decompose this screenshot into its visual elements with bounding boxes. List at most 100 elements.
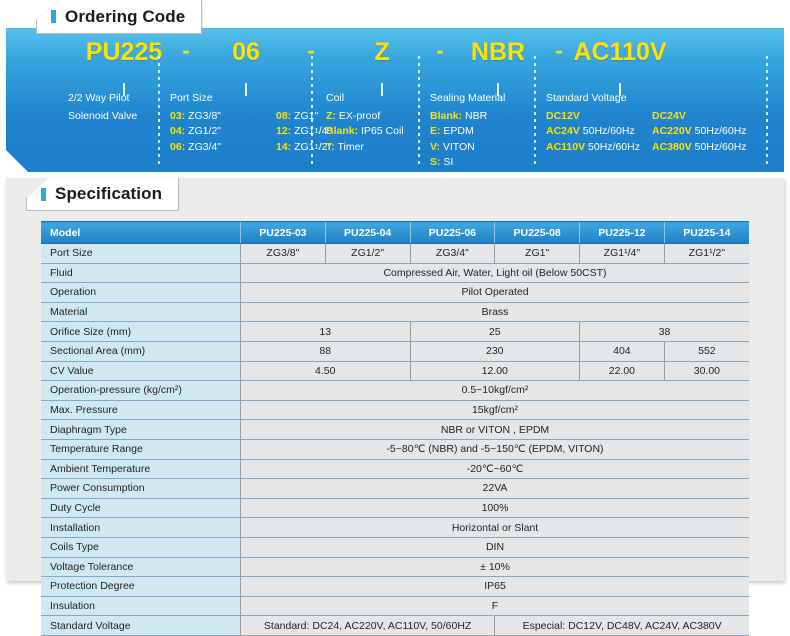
table-row: Installation Horizontal or Slant <box>41 517 749 538</box>
table-cell: ZG1" <box>494 243 580 264</box>
column-header-PU225-03: PU225-03 <box>240 221 326 244</box>
table-cell: DIN <box>240 536 749 558</box>
column-separator-4 <box>766 56 768 164</box>
column-heading: Port Size <box>170 92 213 104</box>
column-header-PU225-08: PU225-08 <box>494 221 580 244</box>
table-cell: Compressed Air, Water, Light oil (Below … <box>240 262 749 284</box>
specification-table: Model PU225-03 PU225-04 PU225-06 PU225-08 PU2… <box>41 221 749 636</box>
table-cell: -20℃~60℃ <box>240 458 749 480</box>
ordering-code-tab: Ordering Code <box>36 0 203 34</box>
column-header-model: Model <box>41 221 241 244</box>
column-header-PU225-06: PU225-06 <box>409 221 495 244</box>
column-heading: Coil <box>326 92 345 104</box>
table-row: Max. Pressure 15kgf/cm² <box>41 399 749 421</box>
option: S: SI <box>430 156 454 168</box>
option: AC380V 50Hz/60Hz <box>652 140 747 153</box>
table-row: Diaphragm Type NBR or VITON , EPDM <box>41 419 749 440</box>
table-cell: 13 <box>240 321 410 342</box>
option-subcolumn-left: 03: ZG3/8" 04: ZG1/2" 06: ZG3/4" <box>170 109 276 156</box>
column-heading: Sealing Material <box>430 92 506 104</box>
table-row: Voltage Tolerance ± 10% <box>41 556 749 578</box>
row-label: Operation <box>41 282 241 303</box>
table-row: Operation Pilot Operated <box>41 282 749 303</box>
table-header-row: Model PU225-03 PU225-04 PU225-06 PU225-08 PU2… <box>41 221 749 244</box>
row-label: CV Value <box>41 360 241 382</box>
table-cell: 38 <box>579 321 749 342</box>
table-cell: 15kgf/cm² <box>240 399 749 421</box>
column-header-PU225-14: PU225-14 <box>663 221 749 244</box>
option: 04: ZG1/2" <box>170 125 222 137</box>
table-cell: Horizontal or Slant <box>240 517 749 538</box>
option: AC110V 50Hz/60Hz <box>546 140 640 153</box>
code-segment-1: 06 <box>232 38 260 66</box>
option: 14: ZG11/2" <box>276 140 332 153</box>
option: DC12V <box>546 109 580 122</box>
code-dash-2: - <box>436 38 444 63</box>
ordering-column-4: Standard Voltage DC12V AC24V 50Hz/60Hz AC11… <box>546 91 747 155</box>
code-segment-3: NBR <box>470 38 526 66</box>
table-row: Power Consumption 22VA <box>41 478 749 499</box>
option-subcolumn-right: DC24V AC220V 50Hz/60Hz AC380V 50Hz/60Hz <box>652 109 747 156</box>
option: AC220V 50Hz/60Hz <box>652 125 747 137</box>
table-cell: ZG1/2" <box>324 243 410 264</box>
option-subcolumn-left: DC12V AC24V 50Hz/60Hz AC110V 50Hz/60Hz <box>546 109 652 156</box>
ordering-column-2: Coil Z: EX-proof Blank: IP65 Coil T: Timer <box>326 91 404 155</box>
column-separator-2 <box>418 56 420 164</box>
column-heading-line2: Solenoid Valve <box>68 109 138 122</box>
row-label: Voltage Tolerance <box>41 556 241 578</box>
table-cell: ± 10% <box>240 556 749 578</box>
option: V: VITON <box>430 140 475 153</box>
column-header-PU225-12: PU225-12 <box>579 221 665 244</box>
table-cell: 22VA <box>240 478 749 499</box>
code-dash-3: - <box>555 38 563 63</box>
ordering-column-0: 2/2 Way Pilot Solenoid Valve <box>68 91 137 126</box>
row-label: Protection Degree <box>41 576 241 597</box>
row-label: Operation-pressure (kg/cm²) <box>41 380 241 401</box>
table-cell: F <box>240 595 749 617</box>
option: AC24V 50Hz/60Hz <box>546 125 635 137</box>
ordering-code-panel: PU225 06 Z NBR AC110V - - - - 2/2 Way Pilot Solen… <box>6 28 784 172</box>
option: Z: EX-proof <box>326 109 381 122</box>
table-row: Operation-pressure (kg/cm²) 0.5~10kgf/cm² <box>41 380 749 401</box>
ordering-code-tab-title: Ordering Code <box>65 6 186 26</box>
table-cell: NBR or VITON , EPDM <box>240 419 749 440</box>
row-label: Material <box>41 301 241 323</box>
option: 03: ZG3/8" <box>170 109 222 122</box>
row-label: Duty Cycle <box>41 497 241 519</box>
row-label: Diaphragm Type <box>41 419 241 440</box>
option: Blank: NBR <box>430 109 488 122</box>
table-cell: 25 <box>409 321 580 342</box>
table-cell: 0.5~10kgf/cm² <box>240 380 749 401</box>
table-row: Orifice Size (mm) 13 25 38 <box>41 321 749 342</box>
bullet-icon <box>51 10 56 23</box>
row-label: Max. Pressure <box>41 399 241 421</box>
row-label: Installation <box>41 517 241 538</box>
table-cell: IP65 <box>240 576 749 597</box>
row-label: Temperature Range <box>41 438 241 460</box>
table-row: Protection Degree IP65 <box>41 576 749 597</box>
table-row: Port Size ZG3/8" ZG1/2" ZG3/4" ZG1" ZG1¹/4" ZG… <box>41 243 749 264</box>
specification-tab-title: Specification <box>55 184 163 203</box>
table-cell: 4.50 <box>240 360 410 382</box>
row-label: Port Size <box>41 243 241 264</box>
table-row: Fluid Compressed Air, Water, Light oil (B… <box>41 262 749 284</box>
row-label: Insulation <box>41 595 241 617</box>
table-row: Ambient Temperature -20℃~60℃ <box>41 458 749 480</box>
option: 06: ZG3/4" <box>170 140 222 153</box>
row-label: Sectional Area (mm) <box>41 340 241 362</box>
column-separator-0 <box>158 56 160 164</box>
table-row: Temperature Range -5~80℃ (NBR) and -5~150… <box>41 438 749 460</box>
code-segment-4: AC110V <box>573 38 667 66</box>
ordering-column-3: Sealing Material Blank: NBR E: EPDM V: VITO… <box>430 91 505 171</box>
table-cell: 404 <box>579 340 665 362</box>
table-cell: 30.00 <box>663 360 749 382</box>
table-body: Port Size ZG3/8" ZG1/2" ZG3/4" ZG1" ZG1¹/4" ZG… <box>41 243 749 636</box>
ordering-column-1: Port Size 03: ZG3/8" 04: ZG1/2" 06: ZG3/4" 0… <box>170 91 331 155</box>
option-grid: DC12V AC24V 50Hz/60Hz AC110V 50Hz/60Hz DC24… <box>546 109 747 156</box>
column-separator-3 <box>534 56 536 164</box>
table-row: Insulation F <box>41 595 749 617</box>
row-label: Orifice Size (mm) <box>41 321 241 342</box>
column-heading: 2/2 Way Pilot <box>68 92 130 104</box>
table-cell: 230 <box>409 340 580 362</box>
row-label: Ambient Temperature <box>41 458 241 480</box>
